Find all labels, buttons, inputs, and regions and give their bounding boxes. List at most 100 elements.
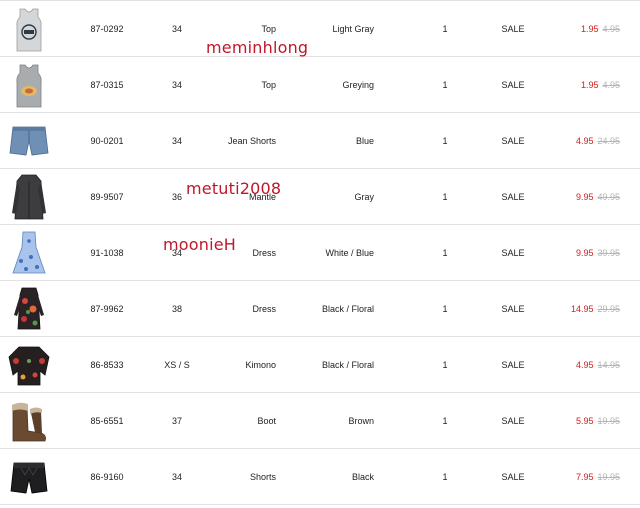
size: 34 [171, 247, 182, 258]
product-thumbnail[interactable] [6, 57, 52, 112]
original-price: 24.95 [597, 135, 620, 146]
product-thumbnail[interactable] [6, 281, 52, 336]
color: Light Gray [332, 23, 374, 34]
product-name[interactable]: Jean Shorts [200, 113, 276, 168]
color: Black / Floral [321, 359, 374, 370]
product-name[interactable]: Mantle [200, 169, 276, 224]
article-number: 87-9962 [90, 303, 124, 314]
table-row: 86-8533 XS / S Kimono Black / Floral 1 S… [0, 337, 640, 393]
sale-price: 1.95 [580, 79, 599, 90]
sale-price: 9.95 [575, 247, 594, 258]
sale-price: 7.95 [575, 471, 594, 482]
order-items-table: 87-0292 34 Top Light Gray 1 SALE 1.95 4.… [0, 0, 640, 508]
price: 1.95 4.95 [540, 57, 620, 112]
quantity: 1 [442, 415, 448, 426]
table-row: 85-6551 37 Boot Brown 1 SALE 5.95 19.95 [0, 393, 640, 449]
product-name[interactable]: Top [200, 57, 276, 112]
status-label: SALE [501, 79, 525, 90]
table-row: 90-0201 34 Jean Shorts Blue 1 SALE 4.95 … [0, 113, 640, 169]
size: 36 [171, 191, 182, 202]
original-price: 14.95 [597, 359, 620, 370]
price: 5.95 19.95 [540, 393, 620, 448]
article-number: 86-8533 [90, 359, 124, 370]
sale-price: 4.95 [575, 359, 594, 370]
sale-price: 5.95 [575, 415, 594, 426]
sale-price: 14.95 [570, 303, 594, 314]
product-name[interactable]: Kimono [200, 337, 276, 392]
quantity: 1 [442, 359, 448, 370]
product-thumbnail[interactable] [6, 169, 52, 224]
size: 34 [171, 23, 182, 34]
original-price: 39.95 [597, 247, 620, 258]
product-name[interactable]: Boot [200, 393, 276, 448]
size: 34 [171, 135, 182, 146]
color: Blue [355, 135, 374, 146]
table-row: 87-0292 34 Top Light Gray 1 SALE 1.95 4.… [0, 1, 640, 57]
size: 37 [171, 415, 182, 426]
table-row: 87-9962 38 Dress Black / Floral 1 SALE 1… [0, 281, 640, 337]
color: White / Blue [325, 247, 374, 258]
jean-shorts-icon [9, 126, 49, 155]
quantity: 1 [442, 471, 448, 482]
original-price: 4.95 [602, 23, 620, 34]
boot-icon [12, 402, 46, 441]
original-price: 19.95 [597, 471, 620, 482]
original-price: 19.95 [597, 415, 620, 426]
original-price: 4.95 [602, 79, 620, 90]
color: Black / Floral [321, 303, 374, 314]
product-thumbnail[interactable] [6, 1, 52, 56]
quantity: 1 [442, 79, 448, 90]
black-shorts-icon [10, 462, 48, 493]
color: Brown [348, 415, 374, 426]
floral-dress-icon [14, 287, 44, 329]
product-thumbnail[interactable] [6, 225, 52, 280]
status-label: SALE [501, 191, 525, 202]
sale-price: 9.95 [575, 191, 594, 202]
price: 9.95 49.95 [540, 169, 620, 224]
status-label: SALE [501, 247, 525, 258]
size: 34 [171, 79, 182, 90]
article-number: 89-9507 [90, 191, 124, 202]
product-thumbnail[interactable] [6, 393, 52, 448]
sale-price: 1.95 [580, 23, 599, 34]
status-label: SALE [501, 359, 525, 370]
product-thumbnail[interactable] [6, 337, 52, 392]
sale-price: 4.95 [575, 135, 594, 146]
quantity: 1 [442, 247, 448, 258]
table-row: 87-0315 34 Top Greying 1 SALE 1.95 4.95 [0, 57, 640, 113]
product-thumbnail[interactable] [6, 449, 52, 504]
size: 38 [171, 303, 182, 314]
price: 4.95 24.95 [540, 113, 620, 168]
quantity: 1 [442, 135, 448, 146]
size: 34 [171, 471, 182, 482]
product-name[interactable]: Top [200, 1, 276, 56]
status-label: SALE [501, 23, 525, 34]
color: Greying [342, 79, 374, 90]
color: Gray [354, 191, 374, 202]
table-row: 86-9160 34 Shorts Black 1 SALE 7.95 19.9… [0, 449, 640, 505]
article-number: 86-9160 [90, 471, 124, 482]
product-thumbnail[interactable] [6, 113, 52, 168]
price: 7.95 19.95 [540, 449, 620, 504]
status-label: SALE [501, 135, 525, 146]
price: 9.95 39.95 [540, 225, 620, 280]
product-name[interactable]: Shorts [200, 449, 276, 504]
product-name[interactable]: Dress [200, 281, 276, 336]
size: XS / S [164, 359, 190, 370]
quantity: 1 [442, 303, 448, 314]
table-row: 91-1038 34 Dress White / Blue 1 SALE 9.9… [0, 225, 640, 281]
tank-top-light-gray-icon [16, 8, 42, 51]
article-number: 87-0315 [90, 79, 124, 90]
status-label: SALE [501, 415, 525, 426]
coat-icon [12, 174, 46, 219]
article-number: 87-0292 [90, 23, 124, 34]
article-number: 91-1038 [90, 247, 124, 258]
kimono-icon [8, 346, 50, 385]
price: 14.95 29.95 [540, 281, 620, 336]
article-number: 90-0201 [90, 135, 124, 146]
price: 4.95 14.95 [540, 337, 620, 392]
quantity: 1 [442, 23, 448, 34]
tank-top-gray-icon [16, 64, 42, 107]
product-name[interactable]: Dress [200, 225, 276, 280]
table-row: 89-9507 36 Mantle Gray 1 SALE 9.95 49.95 [0, 169, 640, 225]
